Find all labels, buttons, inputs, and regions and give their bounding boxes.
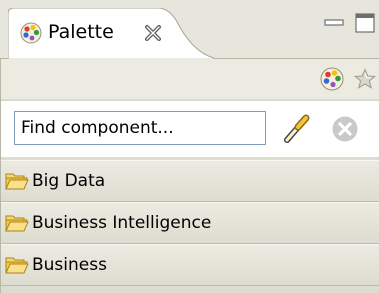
palette-settings-icon[interactable]	[320, 67, 344, 91]
folder-open-icon	[5, 171, 29, 191]
drawer-label: Business	[32, 255, 107, 275]
drawer-label: Business Intelligence	[32, 213, 212, 233]
drawer-business-intelligence[interactable]: Business Intelligence	[0, 202, 379, 244]
star-icon[interactable]	[353, 68, 377, 90]
minimize-icon[interactable]	[323, 14, 345, 32]
folder-open-icon	[5, 255, 29, 275]
drawer-label: Big Data	[32, 171, 106, 191]
palette-view: Palette Find component... Big Data Busin…	[0, 0, 379, 293]
palette-drawers: Big Data Business Intelligence Business	[0, 160, 379, 286]
search-wand-icon[interactable]	[281, 113, 313, 145]
palette-icon	[20, 22, 42, 44]
palette-toolbar	[0, 59, 379, 99]
tab-title: Palette	[48, 21, 114, 43]
find-component-input[interactable]	[14, 111, 266, 145]
drawer-business[interactable]: Business	[0, 244, 379, 286]
folder-open-icon	[5, 213, 29, 233]
clear-circle-icon[interactable]	[331, 115, 359, 143]
search-row	[0, 100, 379, 157]
maximize-icon[interactable]	[354, 12, 376, 34]
view-tab-strip: Palette	[0, 0, 379, 59]
view-border	[0, 58, 1, 293]
drawer-big-data[interactable]: Big Data	[0, 160, 379, 202]
tab-palette[interactable]: Palette	[8, 8, 214, 59]
close-x-icon[interactable]	[144, 24, 162, 42]
